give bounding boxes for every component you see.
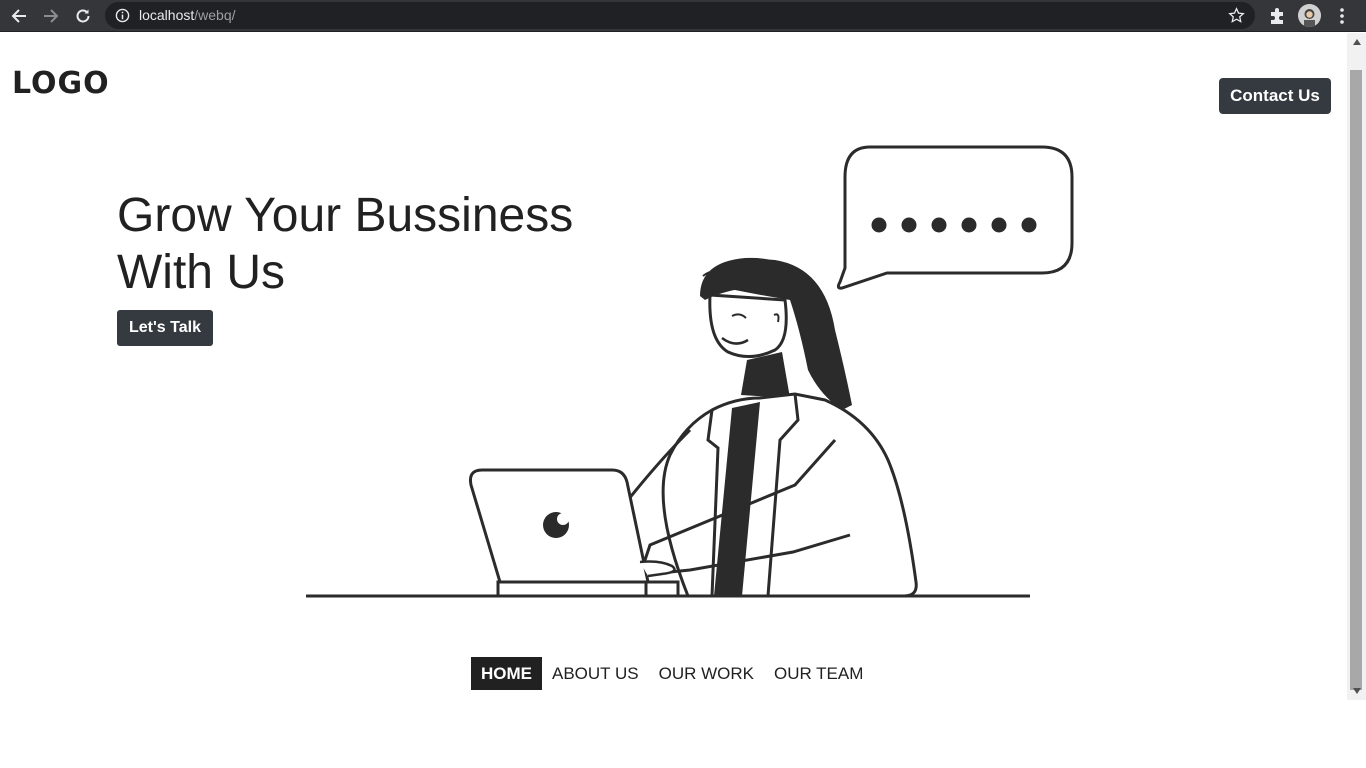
scroll-thumb[interactable] — [1350, 70, 1362, 690]
browser-toolbar: localhost/webq/ — [0, 0, 1366, 32]
woman-laptop-illustration — [306, 145, 1074, 598]
nav-item-home[interactable]: HOME — [471, 657, 542, 690]
triangle-down-icon — [1352, 688, 1361, 694]
lets-talk-button[interactable]: Let's Talk — [117, 310, 213, 346]
url-path: /webq/ — [194, 7, 236, 23]
reload-button[interactable] — [72, 5, 94, 27]
puzzle-icon[interactable] — [1266, 5, 1288, 27]
nav-item-our-work[interactable]: OUR WORK — [649, 657, 764, 690]
triangle-up-icon — [1352, 39, 1361, 45]
star-icon[interactable] — [1228, 7, 1245, 24]
url-text: localhost/webq/ — [139, 7, 236, 23]
url-host: localhost — [139, 7, 195, 23]
profile-avatar[interactable] — [1298, 4, 1321, 27]
site-logo[interactable]: LOGO — [12, 66, 110, 101]
kebab-menu-icon[interactable] — [1331, 5, 1353, 27]
forward-button[interactable] — [40, 5, 62, 27]
nav-item-about-us[interactable]: ABOUT US — [542, 657, 649, 690]
arrow-left-icon — [11, 9, 26, 23]
info-icon[interactable] — [115, 8, 130, 23]
scroll-down-arrow[interactable] — [1347, 684, 1366, 698]
reload-icon — [76, 9, 90, 23]
avatar-image — [1298, 4, 1321, 27]
arrow-right-icon — [44, 9, 59, 23]
scroll-up-arrow[interactable] — [1347, 35, 1366, 49]
back-button[interactable] — [8, 5, 30, 27]
page-scrollbar[interactable] — [1347, 33, 1366, 700]
contact-us-button[interactable]: Contact Us — [1219, 78, 1331, 114]
main-nav: HOME ABOUT US OUR WORK OUR TEAM — [471, 657, 873, 690]
address-bar[interactable]: localhost/webq/ — [105, 2, 1255, 29]
nav-item-our-team[interactable]: OUR TEAM — [764, 657, 873, 690]
speech-bubble-icon — [836, 145, 1074, 290]
